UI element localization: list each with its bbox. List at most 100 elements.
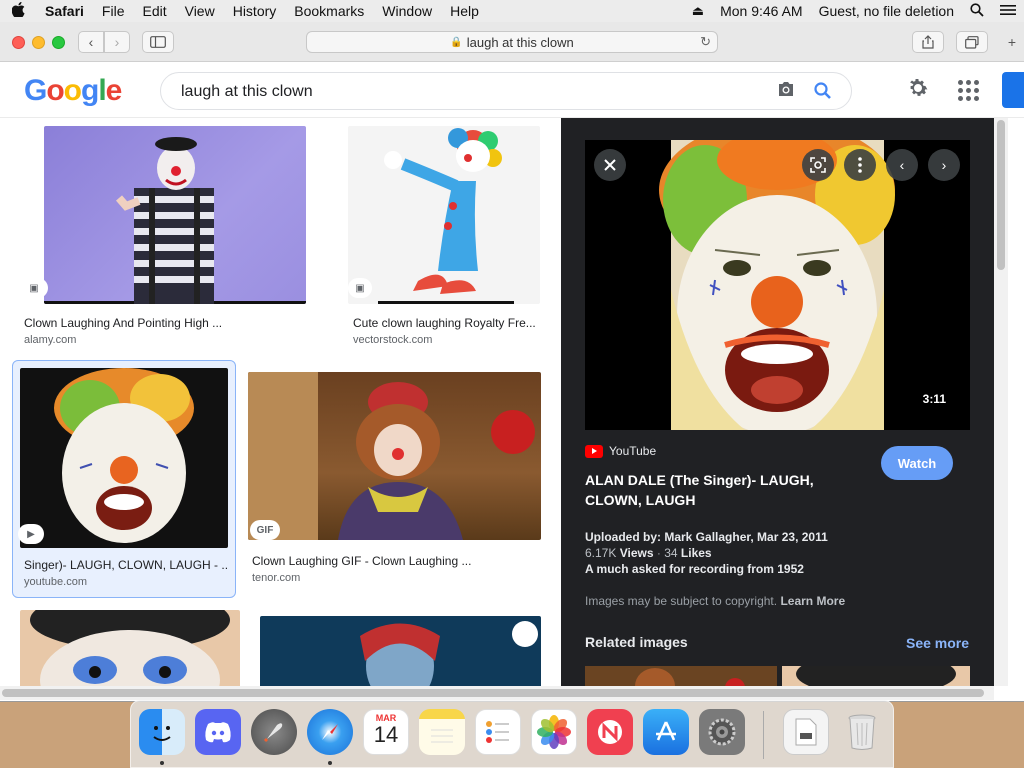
fullscreen-window-button[interactable] xyxy=(52,36,65,49)
more-options-button[interactable] xyxy=(844,149,876,181)
image-preview-panel: ‹ › 3:11 YouTube ALAN DALE (The Singer)-… xyxy=(561,118,994,686)
views-label: Views xyxy=(619,546,654,560)
likes-label: Likes xyxy=(680,546,712,560)
downloads-stack-icon[interactable] xyxy=(783,709,829,755)
close-preview-button[interactable] xyxy=(594,149,626,181)
search-input[interactable] xyxy=(181,81,741,103)
result-thumbnail[interactable] xyxy=(44,126,306,304)
news-icon[interactable] xyxy=(587,709,633,755)
sidebar-toggle-button[interactable] xyxy=(142,31,174,53)
reload-icon[interactable]: ↻ xyxy=(700,34,711,50)
share-icon xyxy=(922,35,934,49)
apple-menu-icon[interactable] xyxy=(0,1,36,21)
preview-title[interactable]: ALAN DALE (The Singer)- LAUGH, CLOWN, LA… xyxy=(585,470,845,510)
system-preferences-icon[interactable] xyxy=(699,709,745,755)
camera-search-icon[interactable] xyxy=(775,81,797,103)
result-caption[interactable]: Cute clown laughing Royalty Fre... xyxy=(353,316,543,330)
sign-in-button[interactable] xyxy=(1002,72,1024,108)
menu-edit[interactable]: Edit xyxy=(133,3,175,19)
result-thumbnail[interactable] xyxy=(20,610,240,686)
result-thumbnail[interactable] xyxy=(20,368,228,548)
notes-icon[interactable] xyxy=(419,709,465,755)
more-vert-icon xyxy=(858,157,862,173)
menu-app-name[interactable]: Safari xyxy=(36,3,93,19)
image-result[interactable]: GIF Clown Laughing GIF - Clown Laughing … xyxy=(248,372,548,597)
image-result[interactable]: ▣ Cute clown laughing Royalty Fre... vec… xyxy=(346,124,546,349)
menu-bookmarks[interactable]: Bookmarks xyxy=(285,3,373,19)
safari-icon[interactable] xyxy=(307,709,353,755)
share-button[interactable] xyxy=(912,31,944,53)
google-lens-button[interactable] xyxy=(802,149,834,181)
new-tab-button[interactable]: + xyxy=(1000,31,1024,53)
result-thumbnail[interactable] xyxy=(348,126,540,304)
result-caption[interactable]: Clown Laughing GIF - Clown Laughing ... xyxy=(252,554,542,568)
horizontal-scroll-thumb[interactable] xyxy=(2,689,984,697)
result-source[interactable]: tenor.com xyxy=(252,572,300,584)
horizontal-scrollbar[interactable] xyxy=(0,686,994,700)
photos-icon[interactable] xyxy=(531,709,577,755)
menu-file[interactable]: File xyxy=(93,3,134,19)
search-icon[interactable] xyxy=(813,81,835,103)
launchpad-icon[interactable] xyxy=(251,709,297,755)
google-apps-icon[interactable] xyxy=(958,80,979,101)
vertical-scroll-thumb[interactable] xyxy=(997,120,1005,270)
watch-button[interactable]: Watch xyxy=(881,446,953,480)
running-indicator xyxy=(328,761,332,765)
spotlight-search-icon[interactable] xyxy=(962,2,992,20)
next-result-button[interactable]: › xyxy=(928,149,960,181)
copyright-notice: Images may be subject to copyright. Lear… xyxy=(585,594,845,608)
eject-icon[interactable]: ⏏ xyxy=(684,3,712,19)
trash-icon[interactable] xyxy=(839,709,885,755)
result-thumbnail[interactable] xyxy=(260,616,541,686)
copyright-text: Images may be subject to copyright. xyxy=(585,594,778,608)
result-source[interactable]: alamy.com xyxy=(24,334,76,346)
image-result-selected[interactable]: ▶ Singer)- LAUGH, CLOWN, LAUGH - ... you… xyxy=(18,368,230,593)
finder-icon[interactable] xyxy=(139,709,185,755)
platform-row[interactable]: YouTube xyxy=(585,444,656,458)
menu-history[interactable]: History xyxy=(224,3,286,19)
discord-icon[interactable] xyxy=(195,709,241,755)
chevron-right-icon: › xyxy=(114,34,120,50)
previous-result-button[interactable]: ‹ xyxy=(886,149,918,181)
menu-clock[interactable]: Mon 9:46 AM xyxy=(712,3,811,19)
see-more-link[interactable]: See more xyxy=(906,635,969,651)
video-duration-badge: 3:11 xyxy=(914,388,954,410)
image-result[interactable] xyxy=(20,610,242,686)
calendar-icon[interactable]: MAR 14 xyxy=(363,709,409,755)
gif-badge: GIF xyxy=(250,520,280,540)
related-image[interactable] xyxy=(782,666,970,686)
close-window-button[interactable] xyxy=(12,36,25,49)
settings-gear-icon[interactable] xyxy=(906,76,930,107)
vertical-scrollbar[interactable] xyxy=(994,118,1008,686)
menu-view[interactable]: View xyxy=(176,3,224,19)
app-store-icon[interactable] xyxy=(643,709,689,755)
result-caption[interactable]: Clown Laughing And Pointing High ... xyxy=(24,316,324,330)
dock-separator xyxy=(763,711,764,759)
related-clown-image-2 xyxy=(796,666,956,686)
result-source[interactable]: youtube.com xyxy=(24,576,87,588)
result-source[interactable]: vectorstock.com xyxy=(353,334,432,346)
minimize-window-button[interactable] xyxy=(32,36,45,49)
reminders-icon[interactable] xyxy=(475,709,521,755)
preview-clown-image xyxy=(659,140,895,430)
address-bar[interactable]: 🔒 laugh at this clown ↻ xyxy=(306,31,718,53)
tab-overview-button[interactable] xyxy=(956,31,988,53)
address-text: laugh at this clown xyxy=(466,34,574,50)
learn-more-link[interactable]: Learn More xyxy=(780,594,845,608)
result-caption[interactable]: Singer)- LAUGH, CLOWN, LAUGH - ... xyxy=(24,558,228,572)
forward-button[interactable]: › xyxy=(104,31,130,53)
preview-image[interactable]: ‹ › 3:11 xyxy=(585,140,970,430)
tabs-icon xyxy=(965,35,979,49)
control-center-icon[interactable] xyxy=(992,4,1024,19)
menu-help[interactable]: Help xyxy=(441,3,488,19)
image-result[interactable] xyxy=(260,616,542,686)
video-play-icon[interactable]: ▶ xyxy=(18,524,44,544)
back-button[interactable]: ‹ xyxy=(78,31,104,53)
result-thumbnail[interactable] xyxy=(248,372,541,540)
image-result[interactable]: ▣ Clown Laughing And Pointing High ... a… xyxy=(20,124,330,349)
related-image[interactable] xyxy=(585,666,777,686)
google-logo[interactable]: Google xyxy=(24,74,122,108)
menu-window[interactable]: Window xyxy=(373,3,441,19)
youtube-icon xyxy=(585,444,603,458)
menu-user[interactable]: Guest, no file deletion xyxy=(811,3,962,19)
